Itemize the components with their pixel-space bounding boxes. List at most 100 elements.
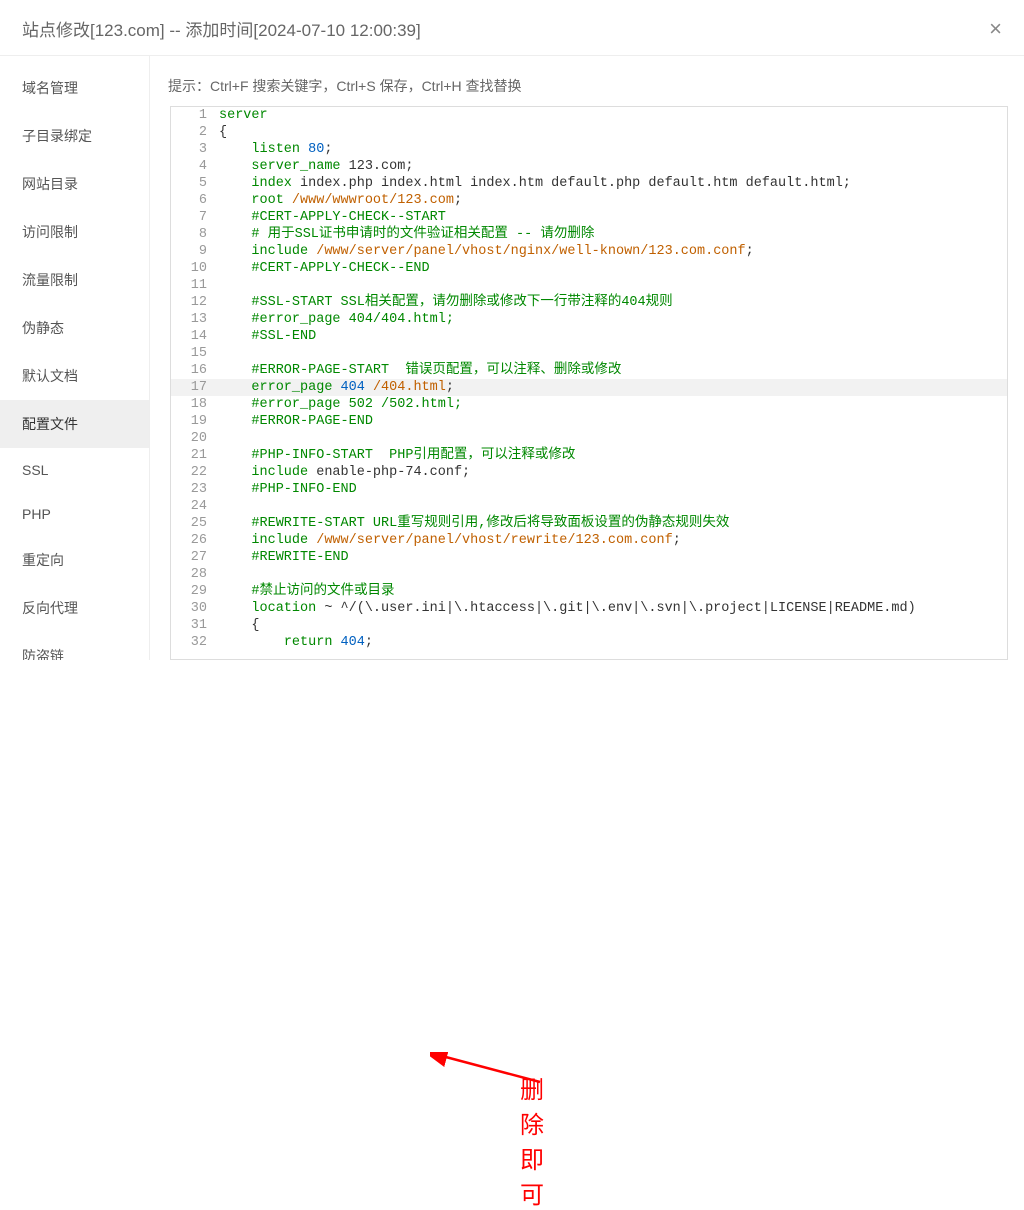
- code-content: #CERT-APPLY-CHECK--START: [219, 209, 1007, 226]
- code-line[interactable]: 18 #error_page 502 /502.html;: [171, 396, 1007, 413]
- code-line[interactable]: 21 #PHP-INFO-START PHP引用配置，可以注释或修改: [171, 447, 1007, 464]
- sidebar-item-site-dir[interactable]: 网站目录: [0, 160, 149, 208]
- code-line[interactable]: 6 root /www/wwwroot/123.com;: [171, 192, 1007, 209]
- code-content: #SSL-START SSL相关配置，请勿删除或修改下一行带注释的404规则: [219, 294, 1007, 311]
- code-content: location ~ ^/(\.user.ini|\.htaccess|\.gi…: [219, 600, 1007, 617]
- code-line[interactable]: 15: [171, 345, 1007, 362]
- code-content: server_name 123.com;: [219, 158, 1007, 175]
- code-content: include /www/server/panel/vhost/nginx/we…: [219, 243, 1007, 260]
- code-line[interactable]: 24: [171, 498, 1007, 515]
- code-line[interactable]: 11: [171, 277, 1007, 294]
- code-line[interactable]: 30 location ~ ^/(\.user.ini|\.htaccess|\…: [171, 600, 1007, 617]
- code-line[interactable]: 16 #ERROR-PAGE-START 错误页配置，可以注释、删除或修改: [171, 362, 1007, 379]
- code-line[interactable]: 23 #PHP-INFO-END: [171, 481, 1007, 498]
- line-number: 4: [171, 158, 219, 175]
- line-number: 20: [171, 430, 219, 447]
- code-content: [219, 430, 1007, 447]
- code-content: [219, 498, 1007, 515]
- code-line[interactable]: 25 #REWRITE-START URL重写规则引用,修改后将导致面板设置的伪…: [171, 515, 1007, 532]
- code-content: [219, 566, 1007, 583]
- sidebar-item-domain-manage[interactable]: 域名管理: [0, 64, 149, 112]
- code-line[interactable]: 4 server_name 123.com;: [171, 158, 1007, 175]
- code-line[interactable]: 5 index index.php index.html index.htm d…: [171, 175, 1007, 192]
- code-line[interactable]: 31 {: [171, 617, 1007, 634]
- code-content: return 404;: [219, 634, 1007, 651]
- code-content: #REWRITE-START URL重写规则引用,修改后将导致面板设置的伪静态规…: [219, 515, 1007, 532]
- line-number: 30: [171, 600, 219, 617]
- code-line[interactable]: 10 #CERT-APPLY-CHECK--END: [171, 260, 1007, 277]
- code-line[interactable]: 7 #CERT-APPLY-CHECK--START: [171, 209, 1007, 226]
- code-line[interactable]: 2{: [171, 124, 1007, 141]
- code-content: #PHP-INFO-START PHP引用配置，可以注释或修改: [219, 447, 1007, 464]
- sidebar: 域名管理子目录绑定网站目录访问限制流量限制伪静态默认文档配置文件SSLPHP重定…: [0, 56, 150, 660]
- code-line[interactable]: 20: [171, 430, 1007, 447]
- close-icon[interactable]: ×: [989, 18, 1002, 40]
- code-line[interactable]: 27 #REWRITE-END: [171, 549, 1007, 566]
- titlebar: 站点修改[123.com] -- 添加时间[2024-07-10 12:00:3…: [0, 0, 1024, 56]
- code-content: include /www/server/panel/vhost/rewrite/…: [219, 532, 1007, 549]
- config-editor[interactable]: 1server2{3 listen 80;4 server_name 123.c…: [170, 106, 1008, 660]
- code-line[interactable]: 3 listen 80;: [171, 141, 1007, 158]
- sidebar-item-reverse-proxy[interactable]: 反向代理: [0, 584, 149, 632]
- code-content: #ERROR-PAGE-START 错误页配置，可以注释、删除或修改: [219, 362, 1007, 379]
- code-content: [219, 345, 1007, 362]
- sidebar-item-php[interactable]: PHP: [0, 492, 149, 536]
- window-title: 站点修改[123.com] -- 添加时间[2024-07-10 12:00:3…: [22, 16, 421, 41]
- sidebar-item-redirect[interactable]: 重定向: [0, 536, 149, 584]
- line-number: 29: [171, 583, 219, 600]
- code-content: index index.php index.html index.htm def…: [219, 175, 1007, 192]
- code-line[interactable]: 12 #SSL-START SSL相关配置，请勿删除或修改下一行带注释的404规…: [171, 294, 1007, 311]
- code-line[interactable]: 29 #禁止访问的文件或目录: [171, 583, 1007, 600]
- code-line[interactable]: 8 # 用于SSL证书申请时的文件验证相关配置 -- 请勿删除: [171, 226, 1007, 243]
- line-number: 22: [171, 464, 219, 481]
- sidebar-item-config-file[interactable]: 配置文件: [0, 400, 149, 448]
- code-content: include enable-php-74.conf;: [219, 464, 1007, 481]
- code-content: {: [219, 617, 1007, 634]
- code-line[interactable]: 14 #SSL-END: [171, 328, 1007, 345]
- line-number: 19: [171, 413, 219, 430]
- sidebar-item-access-limit[interactable]: 访问限制: [0, 208, 149, 256]
- code-content: {: [219, 124, 1007, 141]
- line-number: 21: [171, 447, 219, 464]
- code-line[interactable]: 32 return 404;: [171, 634, 1007, 651]
- code-line[interactable]: 17 error_page 404 /404.html;: [171, 379, 1007, 396]
- line-number: 24: [171, 498, 219, 515]
- code-content: #CERT-APPLY-CHECK--END: [219, 260, 1007, 277]
- arrow-icon: [430, 1052, 560, 1092]
- code-content: error_page 404 /404.html;: [219, 379, 1007, 396]
- code-content: listen 80;: [219, 141, 1007, 158]
- sidebar-item-subdir-bind[interactable]: 子目录绑定: [0, 112, 149, 160]
- line-number: 1: [171, 107, 219, 124]
- line-number: 9: [171, 243, 219, 260]
- code-line[interactable]: 1server: [171, 107, 1007, 124]
- code-content: root /www/wwwroot/123.com;: [219, 192, 1007, 209]
- code-content: #PHP-INFO-END: [219, 481, 1007, 498]
- line-number: 13: [171, 311, 219, 328]
- code-line[interactable]: 19 #ERROR-PAGE-END: [171, 413, 1007, 430]
- line-number: 6: [171, 192, 219, 209]
- code-content: #error_page 502 /502.html;: [219, 396, 1007, 413]
- code-line[interactable]: 13 #error_page 404/404.html;: [171, 311, 1007, 328]
- sidebar-item-pseudo-static[interactable]: 伪静态: [0, 304, 149, 352]
- line-number: 26: [171, 532, 219, 549]
- line-number: 8: [171, 226, 219, 243]
- line-number: 7: [171, 209, 219, 226]
- code-content: server: [219, 107, 1007, 124]
- code-line[interactable]: 9 include /www/server/panel/vhost/nginx/…: [171, 243, 1007, 260]
- code-content: #禁止访问的文件或目录: [219, 583, 1007, 600]
- line-number: 12: [171, 294, 219, 311]
- line-number: 5: [171, 175, 219, 192]
- sidebar-item-ssl[interactable]: SSL: [0, 448, 149, 492]
- line-number: 25: [171, 515, 219, 532]
- line-number: 11: [171, 277, 219, 294]
- annotation-text: 删除即可: [520, 1070, 544, 1210]
- code-content: [219, 277, 1007, 294]
- sidebar-item-anti-leech[interactable]: 防盗链: [0, 632, 149, 660]
- code-line[interactable]: 28: [171, 566, 1007, 583]
- sidebar-item-traffic-limit[interactable]: 流量限制: [0, 256, 149, 304]
- code-line[interactable]: 22 include enable-php-74.conf;: [171, 464, 1007, 481]
- line-number: 18: [171, 396, 219, 413]
- sidebar-item-default-doc[interactable]: 默认文档: [0, 352, 149, 400]
- code-line[interactable]: 26 include /www/server/panel/vhost/rewri…: [171, 532, 1007, 549]
- line-number: 16: [171, 362, 219, 379]
